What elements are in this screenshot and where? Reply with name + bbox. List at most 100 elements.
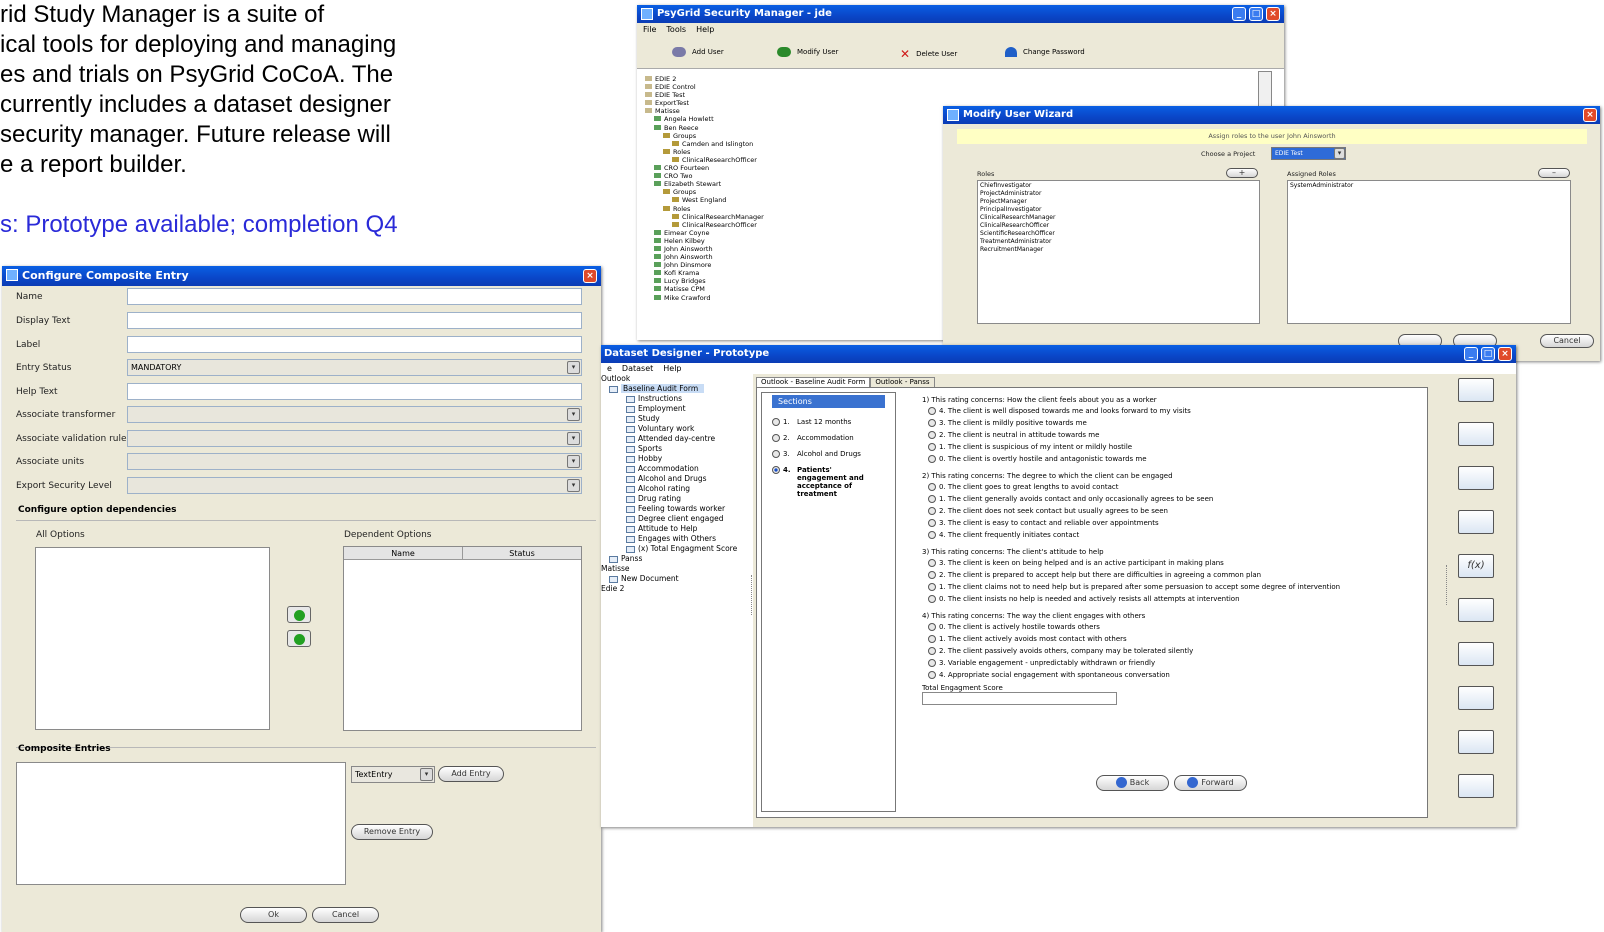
- forward-button[interactable]: Forward: [1174, 775, 1247, 791]
- tree-split-handle[interactable]: [751, 575, 753, 615]
- total-score-field[interactable]: [922, 692, 1117, 706]
- role-item[interactable]: ScientificResearchOfficer: [980, 230, 1257, 238]
- help-text-input[interactable]: [127, 383, 582, 400]
- remove-role-button[interactable]: –: [1538, 168, 1570, 178]
- composite-entries-list[interactable]: [16, 762, 346, 885]
- section-option[interactable]: 3. Alcohol and Drugs: [762, 446, 895, 462]
- list-icon[interactable]: [1458, 730, 1494, 754]
- radio-button[interactable]: [928, 494, 936, 503]
- role-item[interactable]: ChiefInvestigator: [980, 182, 1257, 190]
- remove-entry-button[interactable]: Remove Entry: [351, 824, 433, 840]
- answer-option[interactable]: 3. The client is keen on being helped an…: [922, 557, 1424, 569]
- document-tree-node[interactable]: New Document: [601, 574, 753, 584]
- document-tree-node[interactable]: Attended day-centre: [601, 434, 753, 444]
- column-header-status[interactable]: Status: [463, 547, 581, 559]
- radio-button[interactable]: [772, 466, 780, 474]
- document-tree-node[interactable]: Panss: [601, 554, 753, 564]
- chevron-down-icon[interactable]: ▾: [1334, 148, 1345, 159]
- document-tree-node[interactable]: Alcohol rating: [601, 484, 753, 494]
- radio-button[interactable]: [928, 582, 936, 591]
- section-option[interactable]: 4. Patients' engagement and acceptance of…: [762, 462, 895, 502]
- back-button[interactable]: Back: [1096, 775, 1169, 791]
- project-select[interactable]: EDIE Test ▾: [1271, 147, 1346, 160]
- role-item[interactable]: ProjectAdministrator: [980, 190, 1257, 198]
- export-security-level-select[interactable]: ▾: [127, 477, 582, 494]
- user-tree-node[interactable]: EDIE 2: [641, 75, 1253, 83]
- document-tree-node[interactable]: Attitude to Help: [601, 524, 753, 534]
- add-user-button[interactable]: Add User: [672, 47, 724, 57]
- remove-dependency-button[interactable]: [287, 630, 311, 647]
- answer-option[interactable]: 2. The client does not seek contact but …: [922, 505, 1424, 517]
- section-option[interactable]: 1. Last 12 months: [762, 414, 895, 430]
- close-icon[interactable]: ×: [1266, 7, 1280, 21]
- chevron-down-icon[interactable]: ▾: [567, 361, 580, 374]
- menu-dataset[interactable]: Dataset: [622, 364, 653, 373]
- minimize-icon[interactable]: _: [1464, 347, 1478, 361]
- radio-button[interactable]: [928, 634, 936, 643]
- document-tree-node[interactable]: Engages with Others: [601, 534, 753, 544]
- chevron-down-icon[interactable]: ▾: [567, 479, 580, 492]
- name-input[interactable]: [127, 288, 582, 305]
- close-icon[interactable]: ×: [1498, 347, 1512, 361]
- column-header-name[interactable]: Name: [344, 547, 463, 559]
- entry-status-select[interactable]: MANDATORY ▾: [127, 359, 582, 376]
- document-tree-node[interactable]: Alcohol and Drugs: [601, 474, 753, 484]
- palette-handle[interactable]: [1446, 565, 1448, 605]
- add-dependency-button[interactable]: [287, 606, 311, 623]
- role-item[interactable]: RecruitmentManager: [980, 246, 1257, 254]
- answer-option[interactable]: 1. The client is suspicious of my intent…: [922, 441, 1424, 453]
- document-tree-node[interactable]: Employment: [601, 404, 753, 414]
- radio-button[interactable]: [772, 434, 780, 442]
- document-tree-node[interactable]: Accommodation: [601, 464, 753, 474]
- radio-button[interactable]: [928, 506, 936, 515]
- document-tree-node[interactable]: Outlook: [601, 374, 753, 384]
- document-tree-node[interactable]: Edie 2: [601, 584, 753, 594]
- associate-transformer-select[interactable]: ▾: [127, 406, 582, 423]
- change-password-button[interactable]: Change Password: [1005, 47, 1085, 57]
- answer-option[interactable]: 3. The client is mildly positive towards…: [922, 417, 1424, 429]
- answer-option[interactable]: 3. Variable engagement - unpredictably w…: [922, 657, 1424, 669]
- text-tool-icon[interactable]: [1458, 422, 1494, 446]
- answer-option[interactable]: 3. The client is easy to contact and rel…: [922, 517, 1424, 529]
- radio-button[interactable]: [928, 671, 936, 680]
- all-options-list[interactable]: [35, 547, 270, 730]
- textfield-icon[interactable]: [1458, 686, 1494, 710]
- radio-button[interactable]: [928, 622, 936, 631]
- associate-units-select[interactable]: ▾: [127, 453, 582, 470]
- answer-option[interactable]: 1. The client actively avoids most conta…: [922, 633, 1424, 645]
- entry-type-select[interactable]: TextEntry ▾: [351, 766, 435, 783]
- document-tree-node[interactable]: Instructions: [601, 394, 753, 404]
- window-icon[interactable]: [1458, 510, 1494, 534]
- close-icon[interactable]: ×: [583, 269, 597, 283]
- radio-button[interactable]: [928, 518, 936, 527]
- answer-option[interactable]: 1. The client claims not to need help bu…: [922, 581, 1424, 593]
- table-icon[interactable]: [1458, 598, 1494, 622]
- chevron-down-icon[interactable]: ▾: [567, 432, 580, 445]
- user-tree-node[interactable]: EDIE Control: [641, 83, 1253, 91]
- form-icon[interactable]: [1458, 466, 1494, 490]
- menu-help[interactable]: Help: [696, 25, 714, 34]
- menu-tools[interactable]: Tools: [666, 25, 686, 34]
- section-option[interactable]: 2. Accommodation: [762, 430, 895, 446]
- chevron-down-icon[interactable]: ▾: [567, 455, 580, 468]
- document-tree-node[interactable]: Voluntary work: [601, 424, 753, 434]
- add-entry-button[interactable]: Add Entry: [438, 766, 504, 782]
- answer-option[interactable]: 0. The client is actively hostile toward…: [922, 621, 1424, 633]
- role-item[interactable]: ClinicalResearchManager: [980, 214, 1257, 222]
- minimize-icon[interactable]: _: [1232, 7, 1246, 21]
- radio-button[interactable]: [772, 450, 780, 458]
- document-tree-node[interactable]: (x) Total Engagment Score: [601, 544, 753, 554]
- radio-button[interactable]: [928, 430, 936, 439]
- menu-file[interactable]: File: [643, 25, 656, 34]
- maximize-icon[interactable]: □: [1481, 347, 1495, 361]
- document-tree-node[interactable]: Degree client engaged: [601, 514, 753, 524]
- radio-button[interactable]: [928, 418, 936, 427]
- menu-help[interactable]: Help: [663, 364, 681, 373]
- radio-button[interactable]: [772, 418, 780, 426]
- dependent-options-table[interactable]: Name Status: [343, 546, 582, 731]
- ok-button[interactable]: Ok: [240, 907, 307, 923]
- assigned-roles-list[interactable]: SystemAdministrator: [1287, 180, 1571, 324]
- document-tree-node[interactable]: Feeling towards worker: [601, 504, 753, 514]
- document-tree-node[interactable]: Matisse: [601, 564, 753, 574]
- modify-user-button[interactable]: Modify User: [777, 47, 838, 57]
